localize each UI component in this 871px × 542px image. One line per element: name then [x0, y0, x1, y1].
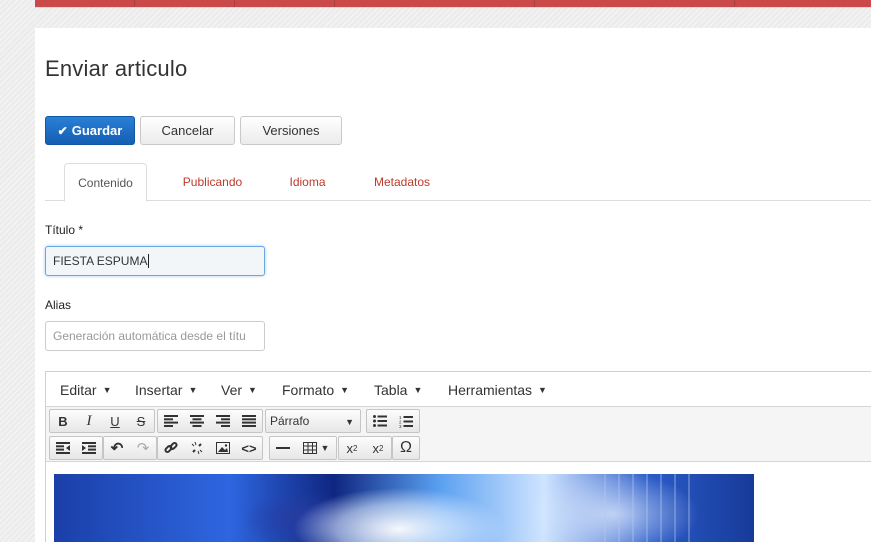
editor-menubar: Editar ▼ Insertar ▼ Ver ▼ Formato ▼ Tabla ▼ H…	[46, 372, 871, 407]
top-navigation-bar	[35, 0, 871, 7]
tab-metadatos[interactable]: Metadatos	[357, 163, 447, 201]
menu-herramientas[interactable]: Herramientas ▼	[448, 372, 547, 407]
menu-tabla-label: Tabla	[374, 381, 408, 398]
indent-group	[49, 436, 103, 460]
versions-button-label: Versiones	[262, 123, 320, 138]
save-button[interactable]: ✔ Guardar	[45, 116, 135, 145]
alignment-group	[157, 409, 263, 433]
cancel-button-label: Cancelar	[161, 123, 214, 138]
tab-publicando[interactable]: Publicando	[165, 163, 260, 201]
menu-ver[interactable]: Ver ▼	[221, 372, 257, 407]
format-select[interactable]: Párrafo ▼	[265, 409, 361, 433]
svg-text:3: 3	[399, 424, 402, 428]
align-left-icon[interactable]	[158, 410, 184, 432]
horizontal-rule-icon[interactable]	[270, 437, 296, 459]
outdent-icon[interactable]	[50, 437, 76, 459]
rich-text-editor[interactable]: Editar ▼ Insertar ▼ Ver ▼ Formato ▼ Tabla ▼ H…	[45, 371, 871, 542]
special-group: Ω	[392, 436, 420, 460]
align-right-icon[interactable]	[210, 410, 236, 432]
insert-group: <>	[157, 436, 263, 460]
title-input[interactable]: FIESTA ESPUMA	[45, 246, 265, 276]
caret-down-icon: ▼	[320, 443, 330, 453]
editor-content-area[interactable]	[46, 463, 871, 542]
bullet-list-icon[interactable]	[367, 410, 393, 432]
image-icon[interactable]	[210, 437, 236, 459]
caret-down-icon: ▼	[102, 384, 112, 395]
table-icon[interactable]: ▼	[296, 437, 336, 459]
redo-icon[interactable]: ↷	[130, 437, 156, 459]
stage-truss	[604, 474, 694, 542]
article-form-panel: Enviar articulo ✔ Guardar Cancelar Versi…	[35, 28, 871, 542]
menu-insertar[interactable]: Insertar ▼	[135, 372, 197, 407]
menu-editar-label: Editar	[60, 381, 97, 398]
format-select-value: Párrafo	[270, 414, 310, 428]
bold-icon[interactable]: B	[50, 410, 76, 432]
italic-icon[interactable]: I	[76, 410, 102, 432]
menu-tabla[interactable]: Tabla ▼	[374, 372, 422, 407]
indent-icon[interactable]	[76, 437, 102, 459]
strikethrough-icon[interactable]: S	[128, 410, 154, 432]
versions-button[interactable]: Versiones	[240, 116, 342, 145]
title-field-label: Título *	[45, 223, 84, 237]
text-style-group: B I U S	[49, 409, 155, 433]
code-icon[interactable]: <>	[236, 437, 262, 459]
menu-editar[interactable]: Editar ▼	[60, 372, 112, 407]
align-center-icon[interactable]	[184, 410, 210, 432]
undo-icon[interactable]: ↶	[104, 437, 130, 459]
check-icon: ✔	[57, 123, 68, 138]
underline-icon[interactable]: U	[102, 410, 128, 432]
caret-down-icon: ▼	[188, 384, 198, 395]
caret-down-icon: ▼	[340, 384, 350, 395]
title-input-value: FIESTA ESPUMA	[53, 254, 148, 268]
menu-formato-label: Formato	[282, 381, 335, 398]
subscript-icon[interactable]: x2	[339, 437, 365, 459]
save-button-label: Guardar	[71, 123, 123, 138]
link-icon[interactable]	[158, 437, 184, 459]
alias-input-placeholder: Generación automática desde el títu	[53, 329, 246, 343]
text-caret	[148, 254, 150, 268]
caret-down-icon: ▼	[248, 384, 257, 395]
menu-formato[interactable]: Formato ▼	[282, 372, 349, 407]
page-title: Enviar articulo	[45, 56, 188, 81]
menu-insertar-label: Insertar	[135, 381, 183, 398]
caret-down-icon: ▼	[345, 417, 354, 427]
numbered-list-icon[interactable]: 123	[393, 410, 419, 432]
superscript-icon[interactable]: x2	[365, 437, 391, 459]
list-group: 123	[366, 409, 420, 433]
form-tabs: Contenido Publicando Idioma Metadatos	[45, 163, 871, 202]
alias-input[interactable]: Generación automática desde el títu	[45, 321, 265, 351]
menu-ver-label: Ver	[221, 381, 243, 398]
layout-group: ▼	[269, 436, 337, 460]
alias-field-label: Alias	[45, 298, 72, 312]
history-group: ↶ ↷	[103, 436, 157, 460]
caret-down-icon: ▼	[538, 384, 547, 395]
tab-contenido[interactable]: Contenido	[64, 163, 147, 202]
caret-down-icon: ▼	[413, 384, 423, 395]
cancel-button[interactable]: Cancelar	[140, 116, 235, 145]
menu-herramientas-label: Herramientas	[448, 381, 533, 398]
article-image[interactable]	[54, 474, 754, 542]
unlink-icon[interactable]	[184, 437, 210, 459]
script-group: x2 x2	[338, 436, 392, 460]
align-justify-icon[interactable]	[236, 410, 262, 432]
special-char-icon[interactable]: Ω	[393, 437, 419, 459]
editor-toolbar: B I U S Párrafo ▼ 123 ↶ ↷ <> ▼ x 2 x 2 Ω	[46, 407, 871, 462]
tab-idioma[interactable]: Idioma	[275, 163, 340, 201]
